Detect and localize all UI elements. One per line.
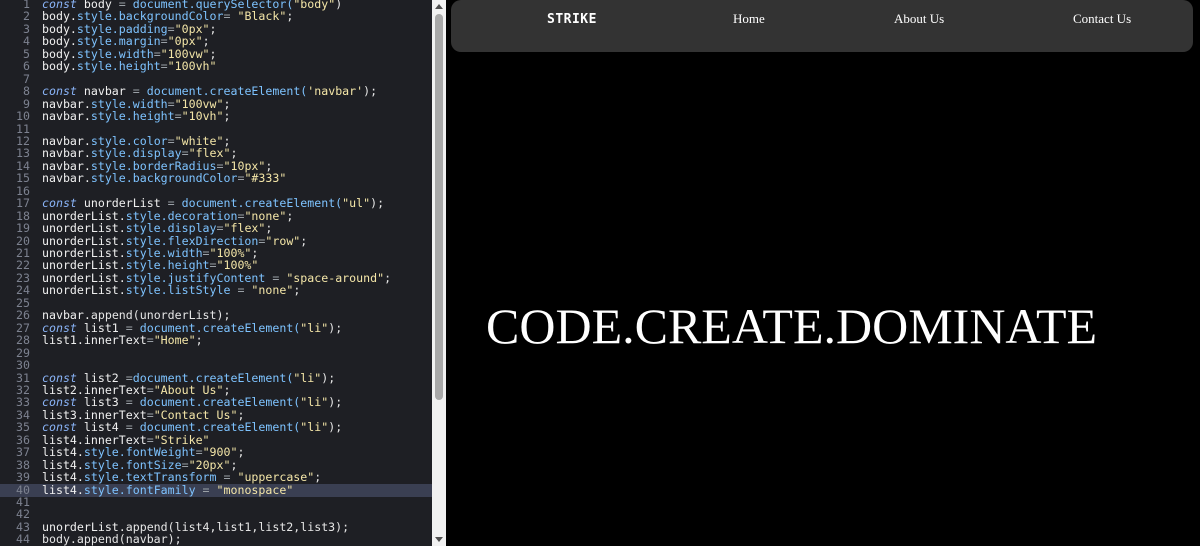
code-token: = xyxy=(223,9,238,24)
code-token: "li" xyxy=(300,395,329,410)
code-token: ); xyxy=(328,395,343,410)
code-token: list4. xyxy=(42,482,84,497)
code-token: ; xyxy=(195,333,203,348)
code-token: navbar. xyxy=(42,109,91,124)
code-text: list1.innerText="Home"; xyxy=(42,334,203,347)
scroll-up-arrow-icon[interactable] xyxy=(432,0,446,14)
code-token: ; xyxy=(286,208,294,223)
code-token: = xyxy=(174,109,182,124)
code-text: list4.style.fontFamily = "monospace" xyxy=(42,482,294,497)
code-token: ); xyxy=(328,320,343,335)
code-token: ; xyxy=(237,445,245,460)
code-text: unorderList.style.listStyle = "none"; xyxy=(42,284,300,297)
nav-brand-strike[interactable]: Strike xyxy=(547,12,597,27)
code-token: = xyxy=(195,482,217,497)
code-token: "li" xyxy=(300,420,329,435)
code-token: style.height xyxy=(76,59,161,74)
code-token: "li" xyxy=(293,370,322,385)
code-token: style.height xyxy=(90,109,175,124)
code-token: ; xyxy=(223,109,231,124)
code-token: style.listStyle xyxy=(125,283,231,298)
code-token: "#333" xyxy=(244,171,287,186)
nav-item-contact-us[interactable]: Contact Us xyxy=(1073,11,1131,27)
code-token: "none" xyxy=(251,283,294,298)
code-token: navbar. xyxy=(42,171,91,186)
code-line[interactable]: 6 body.style.height="100vh" xyxy=(0,60,432,73)
nav-item-about-us[interactable]: About Us xyxy=(894,11,944,27)
code-token: "100vh" xyxy=(167,59,217,74)
nav-item-home[interactable]: Home xyxy=(733,11,765,27)
code-token: "Black" xyxy=(237,9,287,24)
code-text: navbar.style.height="10vh"; xyxy=(42,110,231,123)
code-token: "10vh" xyxy=(181,109,224,124)
code-token: ); xyxy=(321,370,336,385)
code-token: 'navbar' xyxy=(307,84,364,99)
code-line[interactable]: 29 xyxy=(0,346,432,360)
code-token: ; xyxy=(384,270,392,285)
code-token: ); xyxy=(328,420,343,435)
code-text: body.style.height="100vh" xyxy=(42,60,217,73)
code-token: "body" xyxy=(293,0,336,11)
code-token: ; xyxy=(209,21,217,36)
code-token: "ul" xyxy=(342,196,371,211)
code-line[interactable]: 10 navbar.style.height="10vh"; xyxy=(0,110,432,123)
code-line[interactable]: 28 list1.innerText="Home"; xyxy=(0,334,432,347)
hero-headline: CODE.CREATE.DOMINATE xyxy=(486,298,1098,354)
code-token: style.backgroundColor xyxy=(90,171,238,186)
code-text: navbar.style.backgroundColor="#333" xyxy=(42,172,286,185)
code-token: ; xyxy=(300,233,308,248)
code-editor[interactable]: 1 const body = document.querySelector("bo… xyxy=(0,0,432,546)
code-token: "row" xyxy=(265,233,301,248)
code-token: ) xyxy=(335,0,343,11)
code-token: ); xyxy=(370,196,385,211)
code-token: "space-around" xyxy=(286,270,385,285)
code-token: ; xyxy=(293,283,301,298)
code-token: ; xyxy=(286,9,294,24)
code-line[interactable]: 24 unorderList.style.listStyle = "none"; xyxy=(0,284,432,297)
code-token: ; xyxy=(314,470,322,485)
code-line[interactable]: 15 navbar.style.backgroundColor="#333" xyxy=(0,172,432,185)
navbar: Strike Home About Us Contact Us xyxy=(451,0,1193,52)
code-token: "li" xyxy=(300,320,329,335)
code-line[interactable]: 40 list4.style.fontFamily = "monospace" xyxy=(0,482,432,497)
code-token: = xyxy=(146,333,154,348)
editor-scrollbar[interactable] xyxy=(432,0,446,546)
code-token: body. xyxy=(42,59,77,74)
preview-pane: Strike Home About Us Contact Us CODE.CRE… xyxy=(446,0,1200,546)
line-number: 44 xyxy=(16,532,30,546)
code-token: style.fontFamily xyxy=(83,482,196,497)
code-token: = xyxy=(160,59,168,74)
code-token: = xyxy=(230,283,252,298)
scroll-thumb[interactable] xyxy=(435,14,443,400)
code-token: unorderList. xyxy=(42,283,126,298)
scroll-down-arrow-icon[interactable] xyxy=(432,532,446,546)
code-token: list1.innerText xyxy=(42,333,147,348)
code-text: body.append(navbar); xyxy=(42,533,182,546)
code-line[interactable]: 41 xyxy=(0,496,432,509)
code-line[interactable]: 44 body.append(navbar); xyxy=(0,533,432,546)
code-token: body.append(navbar); xyxy=(42,532,182,546)
code-token: "monospace" xyxy=(216,482,294,497)
code-token: "Home" xyxy=(153,333,196,348)
code-token: ); xyxy=(363,84,378,99)
